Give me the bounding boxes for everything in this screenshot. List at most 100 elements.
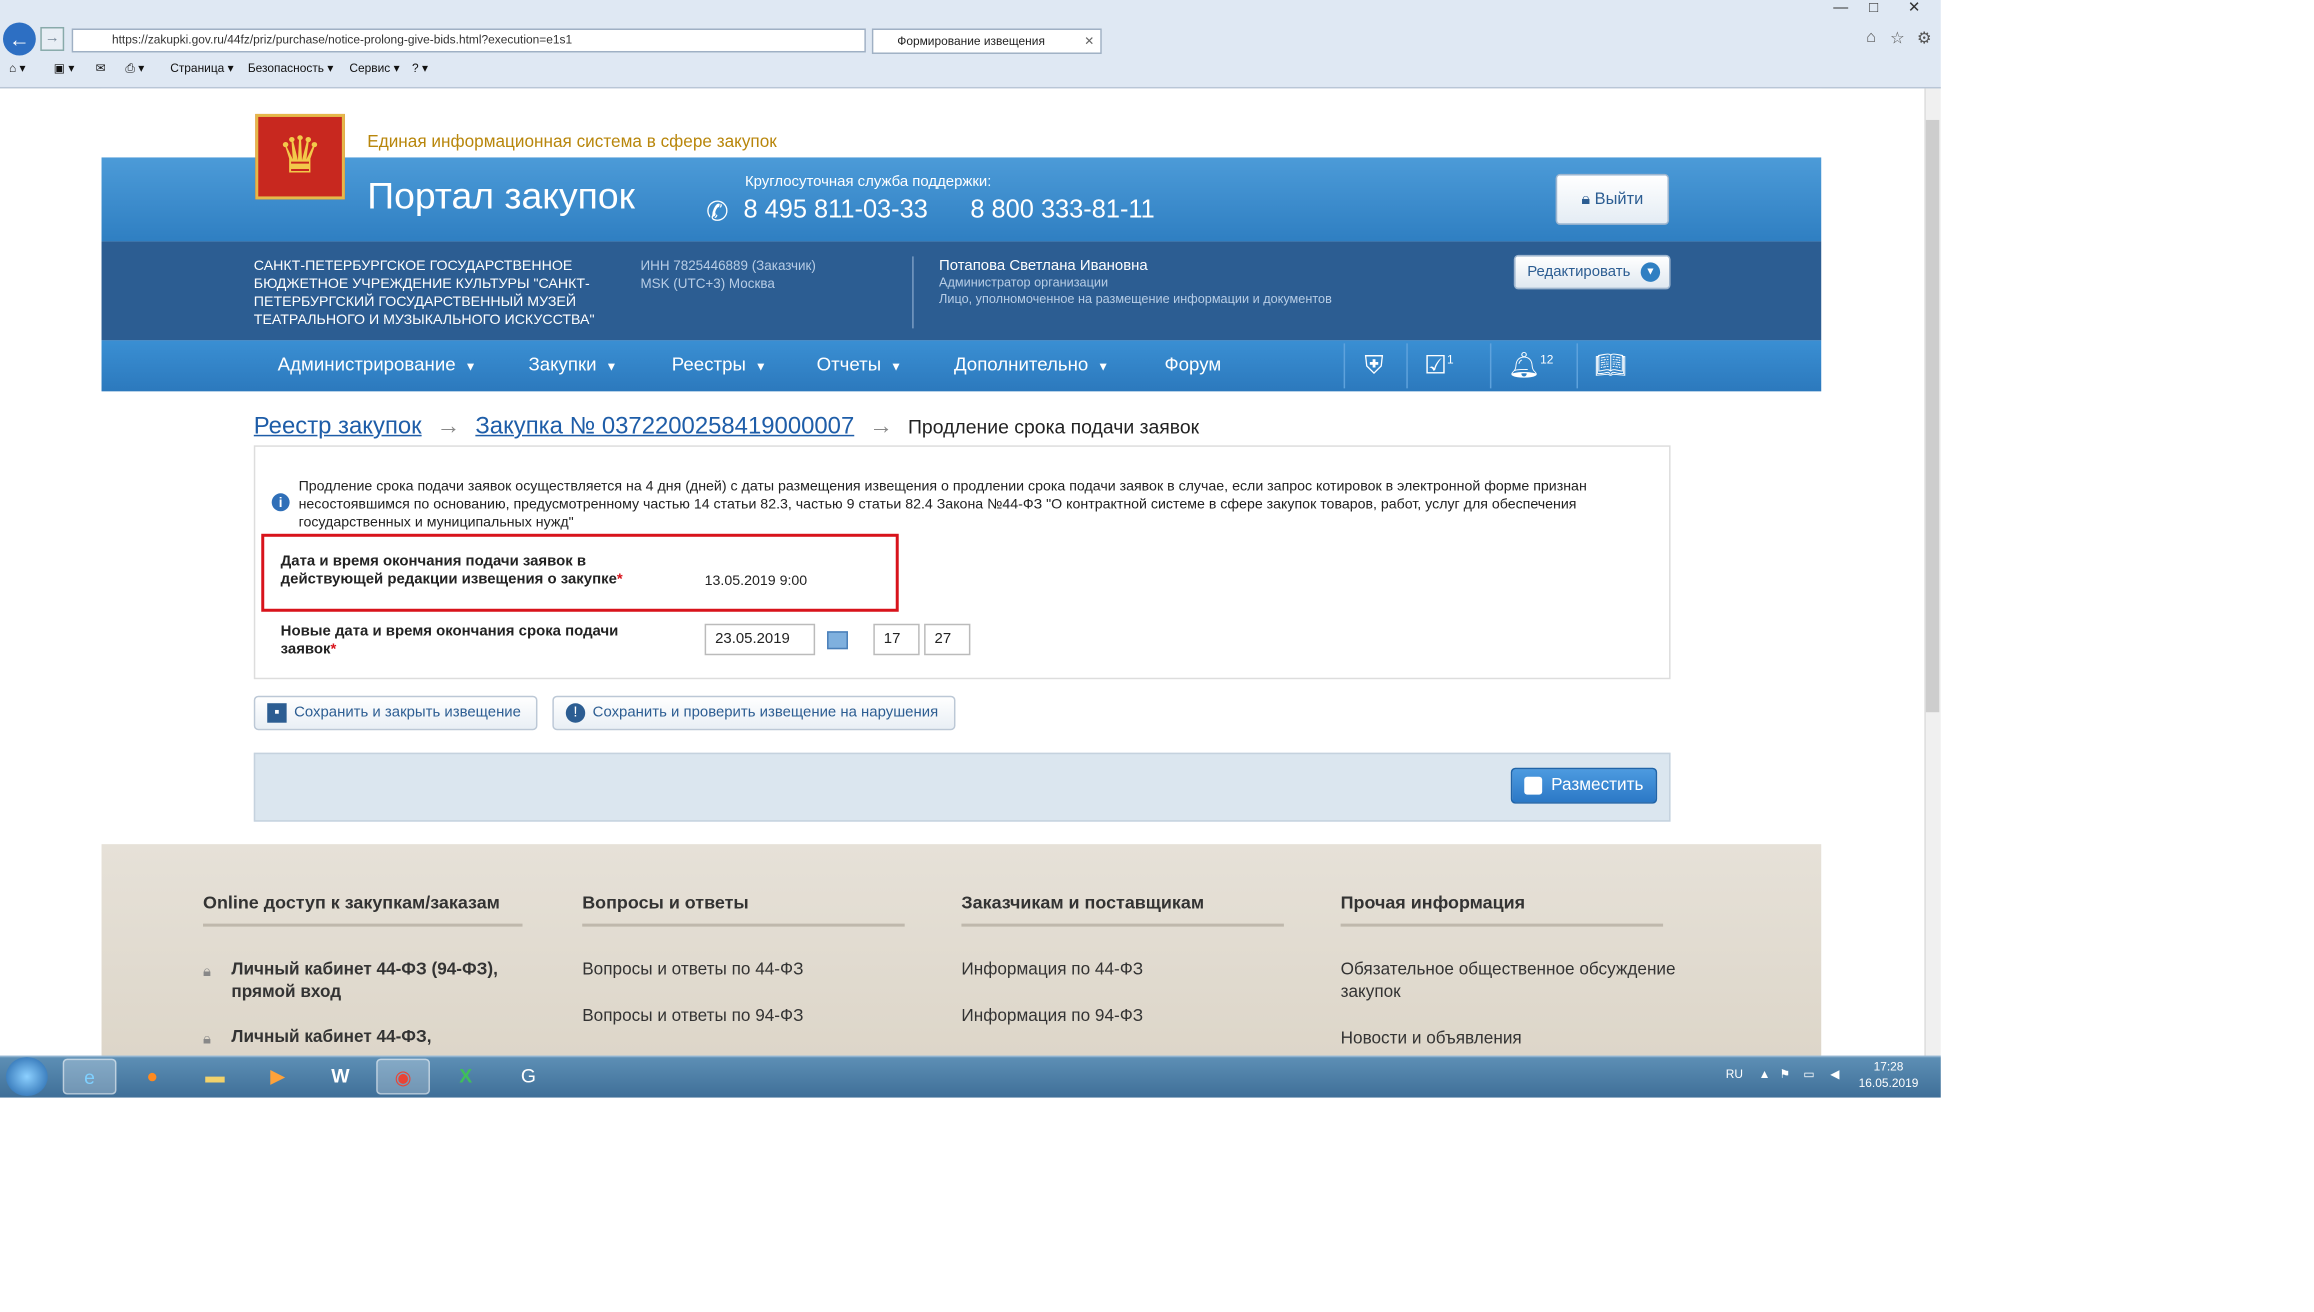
home-small-icon[interactable]: ⌂ ▾ bbox=[9, 61, 26, 74]
page-menu[interactable]: Страница ▾ bbox=[170, 61, 233, 74]
menu-item-administration[interactable]: Администрирование ▼ bbox=[278, 354, 477, 375]
divider bbox=[912, 256, 914, 329]
security-menu[interactable]: Безопасность ▾ bbox=[248, 61, 334, 74]
flag-icon[interactable]: ⚑ bbox=[1780, 1068, 1791, 1081]
internet-explorer-icon[interactable]: e bbox=[62, 1058, 117, 1095]
scrollbar-thumb[interactable] bbox=[1925, 119, 1940, 713]
new-date-input[interactable]: 23.05.2019 bbox=[704, 623, 816, 656]
footer-link[interactable]: Вопросы и ответы по 94-ФЗ bbox=[582, 1006, 803, 1028]
back-button[interactable]: ← bbox=[2, 22, 36, 56]
url-text: https://zakupki.gov.ru/44fz/priz/purchas… bbox=[111, 32, 573, 47]
phone-number-1: 8 495 811-03-33 bbox=[743, 194, 928, 224]
lock-icon: 🔒︎ bbox=[203, 1031, 211, 1049]
language-indicator[interactable]: RU bbox=[1726, 1068, 1743, 1081]
menu-item-registries[interactable]: Реестры ▼ bbox=[672, 354, 767, 375]
chevron-down-icon: ▼ bbox=[1640, 262, 1661, 282]
menu-separator bbox=[1576, 343, 1578, 389]
arrow-right-icon: → bbox=[436, 413, 461, 440]
header-top bbox=[101, 88, 1822, 158]
explorer-folder-icon[interactable]: ▬ bbox=[188, 1059, 242, 1095]
close-window-icon[interactable]: ✕ bbox=[1908, 0, 1921, 16]
arrow-right-icon: → bbox=[869, 413, 894, 440]
site-name: Единая информационная система в сфере за… bbox=[367, 133, 777, 152]
breadcrumb-purchase-link[interactable]: Закупка № 0372200258419000007 bbox=[475, 414, 854, 439]
excel-icon[interactable]: X bbox=[439, 1059, 493, 1095]
phone-icon: ✆ bbox=[706, 196, 729, 227]
favorites-star-icon[interactable]: ☆ bbox=[1890, 28, 1905, 48]
footer-col2-title: Вопросы и ответы bbox=[582, 892, 749, 914]
help-icon[interactable]: ? ▾ bbox=[412, 61, 428, 74]
feeds-icon[interactable]: ▣ ▾ bbox=[54, 61, 75, 74]
calendar-check-icon[interactable]: ☑1 bbox=[1424, 351, 1453, 381]
footer-link[interactable]: Обязательное общественное обсуждение зак… bbox=[1341, 960, 1699, 1005]
footer-line bbox=[582, 923, 905, 927]
home-icon[interactable]: ⌂ bbox=[1866, 28, 1876, 46]
footer-link[interactable]: Личный кабинет 44-ФЗ, bbox=[231, 1027, 559, 1049]
save-close-button[interactable]: ▪ Сохранить и закрыть извещение bbox=[253, 695, 538, 731]
portal-title[interactable]: Портал закупок bbox=[367, 175, 635, 218]
settings-gear-icon[interactable]: ⚙ bbox=[1917, 28, 1932, 48]
menu-item-forum[interactable]: Форум bbox=[1164, 354, 1221, 375]
calendar-icon[interactable] bbox=[827, 631, 848, 650]
alert-icon: ! bbox=[565, 703, 586, 723]
service-menu[interactable]: Сервис ▾ bbox=[349, 61, 399, 74]
footer-line bbox=[203, 923, 523, 927]
edit-button[interactable]: Редактировать ▼ bbox=[1513, 254, 1671, 290]
window-controls: — □ ✕ bbox=[1824, 0, 1940, 21]
footer-link[interactable]: Информация по 44-ФЗ bbox=[961, 960, 1143, 982]
new-minute-input[interactable]: 27 bbox=[924, 623, 971, 656]
user-info: Потапова Светлана Ивановна Администратор… bbox=[939, 258, 1332, 307]
coat-of-arms-logo[interactable]: ♛ bbox=[255, 113, 345, 200]
footer-link[interactable]: Новости и объявления bbox=[1341, 1029, 1522, 1051]
tray-expand-icon[interactable]: ▲ bbox=[1759, 1068, 1771, 1081]
support-label: Круглосуточная служба поддержки: bbox=[744, 173, 992, 191]
info-text: Продление срока подачи заявок осуществля… bbox=[298, 478, 1587, 531]
phone-number-2: 8 800 333-81-11 bbox=[970, 194, 1155, 224]
save-check-button[interactable]: ! Сохранить и проверить извещение на нару… bbox=[552, 695, 956, 731]
firefox-icon[interactable]: ● bbox=[125, 1059, 179, 1095]
organization-name: САНКТ-ПЕТЕРБУРГСКОЕ ГОСУДАРСТВЕННОЕ БЮДЖ… bbox=[253, 257, 595, 329]
breadcrumb-registry-link[interactable]: Реестр закупок bbox=[254, 414, 422, 439]
publish-button[interactable]: Разместить bbox=[1510, 767, 1658, 804]
footer-line bbox=[1340, 923, 1664, 927]
info-icon: i bbox=[271, 493, 290, 512]
bell-icon[interactable]: 🔔︎12 bbox=[1508, 351, 1554, 381]
start-button[interactable] bbox=[5, 1057, 48, 1097]
volume-icon[interactable]: ◀ bbox=[1830, 1068, 1839, 1081]
footer-link[interactable]: Личный кабинет 44-ФЗ (94-ФЗ), прямой вхо… bbox=[231, 960, 559, 1005]
mail-icon[interactable]: ✉ bbox=[96, 61, 106, 74]
footer-link[interactable]: Вопросы и ответы по 44-ФЗ bbox=[582, 960, 803, 982]
publish-icon bbox=[1524, 776, 1543, 795]
print-icon[interactable]: ⎙ ▾ bbox=[125, 61, 144, 76]
shield-icon[interactable]: ⛨ bbox=[1365, 351, 1384, 381]
new-hour-input[interactable]: 17 bbox=[873, 623, 920, 656]
command-bar: ⌂ ▾ ▣ ▾ ✉ ⎙ ▾ Страница ▾ Безопасность ▾ … bbox=[0, 61, 1941, 82]
book-search-icon[interactable]: 📖︎ bbox=[1594, 351, 1626, 381]
footer-col1-title: Online доступ к закупкам/заказам bbox=[203, 892, 500, 914]
word-icon[interactable]: W bbox=[314, 1059, 368, 1095]
chrome-icon[interactable]: ◉ bbox=[376, 1058, 430, 1095]
current-deadline-label: Дата и время окончания подачи заявок в д… bbox=[280, 553, 623, 588]
menu-item-more[interactable]: Дополнительно ▼ bbox=[954, 354, 1109, 375]
media-player-icon[interactable]: ▶ bbox=[251, 1059, 305, 1095]
footer-link[interactable]: Информация по 94-ФЗ bbox=[961, 1006, 1143, 1028]
close-tab-icon[interactable]: ✕ bbox=[1084, 30, 1094, 52]
menu-separator bbox=[1406, 343, 1408, 389]
clock[interactable]: 17:28 16.05.2019 bbox=[1851, 1059, 1926, 1092]
browser-tab[interactable]: Формирование извещения ✕ bbox=[871, 28, 1102, 54]
logout-button[interactable]: 🔒︎ Выйти bbox=[1555, 173, 1670, 225]
lock-icon: 🔒︎ bbox=[1581, 190, 1591, 209]
maximize-icon[interactable]: □ bbox=[1869, 0, 1878, 16]
floppy-disk-icon: ▪ bbox=[267, 703, 287, 723]
tab-title: Формирование извещения bbox=[897, 34, 1045, 48]
footer-col4-title: Прочая информация bbox=[1340, 892, 1526, 914]
menu-item-purchases[interactable]: Закупки ▼ bbox=[528, 354, 617, 375]
app-icon[interactable]: G bbox=[502, 1059, 556, 1095]
address-bar[interactable]: https://zakupki.gov.ru/44fz/priz/purchas… bbox=[71, 28, 866, 53]
menu-item-reports[interactable]: Отчеты ▼ bbox=[817, 354, 902, 375]
menu-separator bbox=[1343, 343, 1346, 389]
forward-button[interactable]: → bbox=[40, 26, 65, 51]
minimize-icon[interactable]: — bbox=[1833, 0, 1848, 16]
network-icon[interactable]: ▭ bbox=[1803, 1068, 1814, 1081]
lock-icon: 🔒︎ bbox=[203, 964, 211, 981]
